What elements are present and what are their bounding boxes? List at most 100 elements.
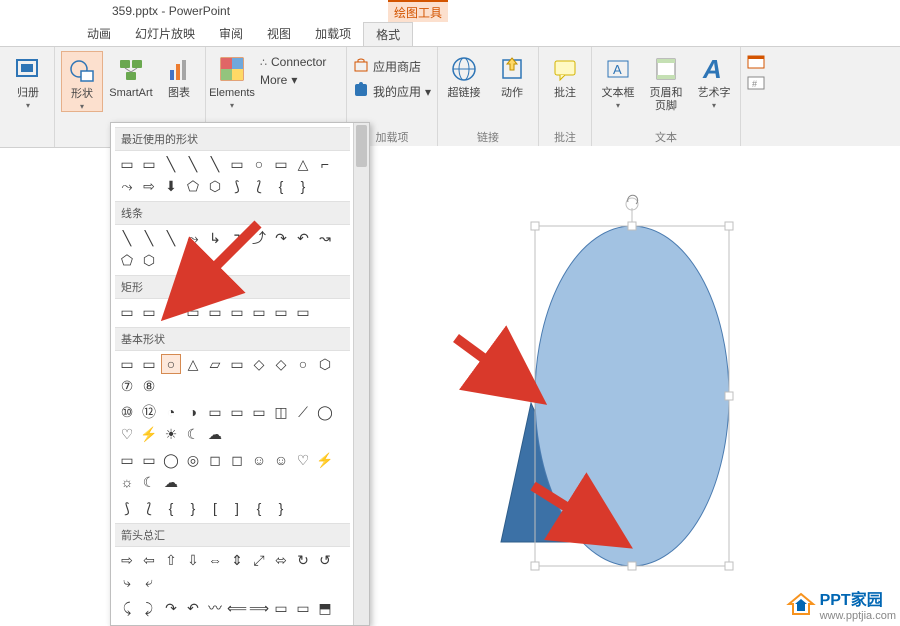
shape-glyph[interactable]: ⇨ (139, 176, 159, 196)
shape-glyph[interactable]: ◔ (161, 402, 181, 422)
shape-glyph[interactable]: ⑫ (139, 402, 159, 422)
hyperlink-button[interactable]: 超链接 (444, 51, 484, 100)
tab-addins[interactable]: 加载项 (303, 22, 363, 46)
shape-glyph[interactable]: ☾ (139, 472, 159, 492)
shape-glyph[interactable]: ▭ (227, 154, 247, 174)
shape-glyph[interactable]: ⬓ (117, 620, 137, 625)
shape-glyph[interactable]: ◑ (183, 402, 203, 422)
shape-glyph[interactable]: △ (293, 154, 313, 174)
shape-glyph[interactable]: ◻ (227, 450, 247, 470)
shape-glyph[interactable]: ⑧ (139, 376, 159, 396)
date-icon[interactable] (747, 55, 765, 72)
shape-glyph[interactable]: ☼ (117, 472, 137, 492)
shape-glyph[interactable]: ╲ (205, 154, 225, 174)
chart-button[interactable]: 图表 (159, 51, 199, 100)
shape-glyph[interactable]: ☁ (205, 424, 225, 444)
shape-glyph[interactable]: ⇩ (183, 550, 203, 570)
shape-glyph[interactable]: ⌐ (315, 154, 335, 174)
shape-glyph[interactable]: ☀ (161, 424, 181, 444)
shape-glyph[interactable]: ▭ (271, 302, 291, 322)
shape-glyph[interactable]: } (183, 498, 203, 518)
shape-glyph[interactable]: 〰 (205, 598, 225, 618)
shape-glyph[interactable]: { (271, 176, 291, 196)
elements-button[interactable]: Elements ▾ (212, 51, 252, 110)
shape-glyph[interactable]: ↴ (227, 228, 247, 248)
album-button[interactable]: 归册 ▾ (8, 51, 48, 110)
shape-glyph[interactable]: ⬠ (117, 250, 137, 270)
shape-glyph[interactable]: ↻ (293, 550, 313, 570)
shape-glyph[interactable]: ⟆ (227, 176, 247, 196)
shape-glyph[interactable]: ▭ (227, 354, 247, 374)
shape-glyph[interactable]: ◇ (271, 354, 291, 374)
shape-glyph[interactable]: ] (227, 498, 247, 518)
tab-animations[interactable]: 动画 (75, 22, 123, 46)
slide-number-icon[interactable]: # (747, 76, 765, 93)
slide-canvas[interactable] (368, 146, 900, 624)
shape-glyph[interactable]: ▭ (271, 154, 291, 174)
shape-glyph[interactable]: ⟅ (139, 498, 159, 518)
shape-glyph[interactable]: ▭ (205, 302, 225, 322)
textbox-button[interactable]: A 文本框 ▾ (598, 51, 638, 110)
shape-glyph[interactable]: ▭ (271, 598, 291, 618)
shape-glyph[interactable]: ⇨ (117, 550, 137, 570)
wordart-button[interactable]: A 艺术字 ▾ (694, 51, 734, 110)
shapes-scrollbar[interactable] (353, 123, 369, 625)
scrollbar-thumb[interactable] (356, 125, 367, 167)
shape-glyph[interactable]: ◯ (315, 402, 335, 422)
shape-glyph[interactable]: ▭ (293, 302, 313, 322)
action-button[interactable]: 动作 (492, 51, 532, 100)
shape-glyph[interactable]: ▭ (117, 354, 137, 374)
shape-glyph[interactable]: ⇔ (205, 550, 225, 570)
shape-glyph[interactable]: ↷ (271, 228, 291, 248)
tab-view[interactable]: 视图 (255, 22, 303, 46)
shape-glyph[interactable]: ▭ (117, 154, 137, 174)
shape-glyph[interactable]: ▭ (161, 302, 181, 322)
shape-glyph[interactable]: { (249, 498, 269, 518)
shape-glyph[interactable]: ⬠ (183, 176, 203, 196)
shape-glyph[interactable]: ▭ (249, 302, 269, 322)
tab-format[interactable]: 格式 (363, 22, 413, 46)
shape-glyph[interactable]: ▭ (139, 302, 159, 322)
shape-glyph[interactable]: ⬒ (315, 598, 335, 618)
shape-glyph[interactable]: ▱ (205, 354, 225, 374)
more-button[interactable]: More ▾ (260, 73, 340, 87)
selection-handle[interactable] (725, 222, 733, 230)
shape-glyph[interactable]: ▭ (117, 450, 137, 470)
shape-glyph[interactable]: ↺ (315, 550, 335, 570)
shape-glyph[interactable]: ⇕ (227, 550, 247, 570)
store-button[interactable]: 应用商店 (353, 57, 431, 76)
selection-handle[interactable] (725, 392, 733, 400)
shape-glyph[interactable]: ⬡ (205, 176, 225, 196)
shape-glyph[interactable]: ▭ (205, 402, 225, 422)
shape-glyph[interactable]: ↝ (315, 228, 335, 248)
my-addins-button[interactable]: 我的应用 ▾ (353, 82, 431, 101)
shape-glyph[interactable]: ⬔ (139, 620, 159, 625)
shape-glyph[interactable]: ○ (161, 354, 181, 374)
shape-glyph[interactable]: ▭ (293, 598, 313, 618)
selection-handle[interactable] (531, 562, 539, 570)
shape-glyph[interactable]: ○ (293, 354, 313, 374)
shape-glyph[interactable]: ↶ (293, 228, 313, 248)
shape-glyph[interactable]: △ (183, 354, 203, 374)
shape-glyph[interactable]: ▭ (183, 302, 203, 322)
shape-glyph[interactable]: ⑩ (117, 402, 137, 422)
shape-glyph[interactable]: ▭ (139, 154, 159, 174)
shape-glyph[interactable]: ⬇ (161, 176, 181, 196)
shape-glyph[interactable]: } (293, 176, 313, 196)
shape-glyph[interactable]: [ (205, 498, 225, 518)
selection-handle[interactable] (628, 562, 636, 570)
shape-glyph[interactable]: ⟹ (249, 598, 269, 618)
shape-glyph[interactable]: ⟋ (293, 402, 313, 422)
header-footer-button[interactable]: 页眉和页脚 (646, 51, 686, 113)
shape-glyph[interactable]: ⚡ (139, 424, 159, 444)
smartart-button[interactable]: SmartArt (111, 51, 151, 100)
shape-glyph[interactable]: ⤳ (183, 228, 203, 248)
oval-shape[interactable] (535, 226, 729, 566)
shape-glyph[interactable]: { (161, 498, 181, 518)
shape-glyph[interactable]: ⬡ (139, 250, 159, 270)
selection-handle[interactable] (628, 222, 636, 230)
shape-glyph[interactable]: ◎ (183, 450, 203, 470)
shape-glyph[interactable]: ⤹ (117, 598, 137, 618)
shape-glyph[interactable]: ☁ (161, 472, 181, 492)
shape-glyph[interactable]: ╲ (117, 228, 137, 248)
